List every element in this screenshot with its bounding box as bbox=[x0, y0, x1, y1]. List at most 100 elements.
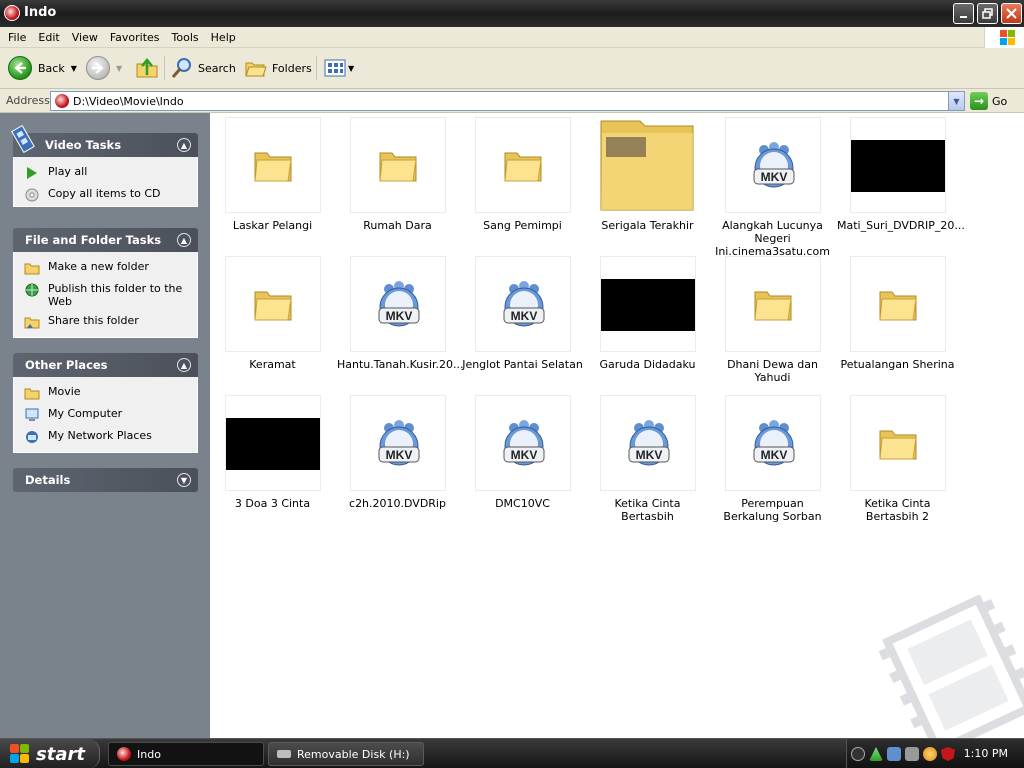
go-button[interactable]: → Go bbox=[970, 92, 1007, 110]
file-item[interactable]: 3 Doa 3 Cinta bbox=[210, 395, 335, 510]
place-movie[interactable]: Movie bbox=[24, 382, 197, 404]
file-item[interactable]: MKV Ketika Cinta Bertasbih bbox=[585, 395, 710, 523]
views-dropdown-icon[interactable]: ▼ bbox=[348, 64, 354, 73]
task-share-folder[interactable]: Share this folder bbox=[24, 311, 197, 333]
expand-chevron-icon[interactable]: ▼ bbox=[177, 473, 191, 487]
file-thumbnail[interactable] bbox=[474, 117, 571, 213]
taskbar-button-removable-disk[interactable]: Removable Disk (H:) bbox=[268, 742, 424, 766]
file-item[interactable]: Petualangan Sherina bbox=[835, 256, 960, 371]
svg-text:MKV: MKV bbox=[760, 170, 787, 184]
folders-button[interactable]: Folders bbox=[244, 54, 312, 82]
task-copy-to-cd[interactable]: Copy all items to CD bbox=[24, 184, 197, 206]
file-item[interactable]: Sang Pemimpi bbox=[460, 117, 585, 232]
file-thumbnail[interactable]: MKV bbox=[724, 395, 821, 491]
file-thumbnail[interactable] bbox=[224, 395, 321, 491]
taskbar-button-indo[interactable]: Indo bbox=[108, 742, 264, 766]
file-item[interactable]: Dhani Dewa dan Yahudi bbox=[710, 256, 835, 384]
menu-file[interactable]: File bbox=[2, 31, 32, 44]
back-arrow-icon bbox=[8, 56, 32, 80]
file-item[interactable]: MKV Hantu.Tanah.Kusir.20... bbox=[335, 256, 464, 371]
collapse-chevron-icon[interactable]: ▲ bbox=[177, 233, 191, 247]
file-thumbnail[interactable] bbox=[599, 117, 696, 213]
file-thumbnail[interactable] bbox=[224, 117, 321, 213]
file-item[interactable]: MKV c2h.2010.DVDRip bbox=[335, 395, 460, 510]
tray-orange-icon[interactable] bbox=[923, 747, 937, 761]
svg-text:MKV: MKV bbox=[510, 309, 537, 323]
place-my-network-places[interactable]: My Network Places bbox=[24, 426, 197, 448]
file-item[interactable]: MKV Jenglot Pantai Selatan bbox=[460, 256, 585, 371]
windows-logo-icon bbox=[984, 27, 1024, 48]
collapse-chevron-icon[interactable]: ▲ bbox=[177, 138, 191, 152]
views-button[interactable]: ▼ bbox=[324, 54, 354, 82]
new-folder-icon bbox=[24, 260, 40, 276]
details-header[interactable]: Details ▼ bbox=[13, 468, 198, 492]
tray-shield-icon[interactable] bbox=[941, 747, 955, 761]
close-button[interactable] bbox=[1001, 3, 1022, 24]
forward-button[interactable]: ▼ bbox=[86, 54, 122, 82]
clock[interactable]: 1:10 PM bbox=[964, 747, 1008, 760]
tray-triangle-icon[interactable] bbox=[869, 747, 883, 761]
file-folder-tasks-header[interactable]: File and Folder Tasks ▲ bbox=[13, 228, 198, 252]
back-button[interactable]: Back ▼ bbox=[8, 54, 77, 82]
taskbar: start Indo Removable Disk (H:) 1:10 PM bbox=[0, 738, 1024, 768]
file-thumbnail[interactable] bbox=[849, 395, 946, 491]
collapse-chevron-icon[interactable]: ▲ bbox=[177, 358, 191, 372]
file-item[interactable]: Rumah Dara bbox=[335, 117, 460, 232]
file-view: Laskar Pelangi Rumah Dara Sang Pemimpi Seri… bbox=[210, 113, 1024, 738]
file-item[interactable]: Serigala Terakhir bbox=[585, 117, 710, 232]
menu-tools[interactable]: Tools bbox=[166, 31, 205, 44]
address-input[interactable]: D:\Video\Movie\Indo ▼ bbox=[50, 91, 965, 111]
file-thumbnail[interactable] bbox=[599, 256, 696, 352]
start-button[interactable]: start bbox=[0, 739, 100, 768]
tray-network-icon[interactable] bbox=[887, 747, 901, 761]
minimize-button[interactable] bbox=[953, 3, 974, 24]
task-make-new-folder[interactable]: Make a new folder bbox=[24, 257, 197, 279]
address-dropdown-icon[interactable]: ▼ bbox=[948, 92, 964, 110]
file-thumbnail[interactable]: MKV bbox=[599, 395, 696, 491]
folder-icon bbox=[253, 152, 292, 182]
other-places-header[interactable]: Other Places ▲ bbox=[13, 353, 198, 377]
svg-text:MKV: MKV bbox=[385, 448, 412, 462]
back-dropdown-icon[interactable]: ▼ bbox=[71, 64, 77, 73]
task-publish-web[interactable]: Publish this folder to the Web bbox=[24, 279, 197, 311]
file-thumbnail[interactable] bbox=[849, 256, 946, 352]
file-item[interactable]: MKV DMC10VC bbox=[460, 395, 585, 510]
file-item[interactable]: Laskar Pelangi bbox=[210, 117, 335, 232]
tray-expand-icon[interactable] bbox=[851, 747, 865, 761]
restore-button[interactable] bbox=[977, 3, 998, 24]
forward-dropdown-icon[interactable]: ▼ bbox=[116, 64, 122, 73]
file-thumbnail[interactable] bbox=[849, 117, 946, 213]
video-tasks-header[interactable]: Video Tasks ▲ bbox=[11, 125, 198, 157]
windows-flag-icon bbox=[10, 744, 30, 764]
file-folder-tasks-body: Make a new folder Publish this folder to… bbox=[13, 252, 198, 338]
file-item[interactable]: Keramat bbox=[210, 256, 335, 371]
task-label: Share this folder bbox=[48, 314, 139, 327]
video-tasks-title: Video Tasks bbox=[45, 138, 122, 152]
place-my-computer[interactable]: My Computer bbox=[24, 404, 197, 426]
up-folder-button[interactable] bbox=[135, 54, 159, 82]
file-thumbnail[interactable] bbox=[349, 117, 446, 213]
menu-favorites[interactable]: Favorites bbox=[104, 31, 166, 44]
window-app-icon[interactable] bbox=[4, 5, 20, 21]
file-thumbnail[interactable]: MKV bbox=[724, 117, 821, 213]
task-play-all[interactable]: Play all bbox=[24, 162, 197, 184]
mkv-file-icon: MKV bbox=[503, 420, 544, 466]
menu-view[interactable]: View bbox=[66, 31, 104, 44]
file-thumbnail[interactable]: MKV bbox=[474, 256, 571, 352]
menu-help[interactable]: Help bbox=[205, 31, 242, 44]
file-item[interactable]: MKV Perempuan Berkalung Sorban bbox=[710, 395, 835, 523]
file-thumbnail[interactable]: MKV bbox=[349, 395, 446, 491]
file-item[interactable]: Mati_Suri_DVDRIP_20... bbox=[835, 117, 965, 232]
file-thumbnail[interactable]: MKV bbox=[349, 256, 446, 352]
file-item[interactable]: Garuda Didadaku bbox=[585, 256, 710, 371]
file-item[interactable]: Ketika Cinta Bertasbih 2 bbox=[835, 395, 960, 523]
details-title: Details bbox=[25, 473, 71, 487]
network-icon bbox=[24, 429, 40, 445]
file-thumbnail[interactable]: MKV bbox=[474, 395, 571, 491]
tray-volume-icon[interactable] bbox=[905, 747, 919, 761]
file-item[interactable]: MKV Alangkah Lucunya Negeri Ini.cinema3sa… bbox=[710, 117, 835, 258]
menu-edit[interactable]: Edit bbox=[32, 31, 65, 44]
file-thumbnail[interactable] bbox=[224, 256, 321, 352]
search-button[interactable]: Search bbox=[170, 54, 236, 82]
file-thumbnail[interactable] bbox=[724, 256, 821, 352]
